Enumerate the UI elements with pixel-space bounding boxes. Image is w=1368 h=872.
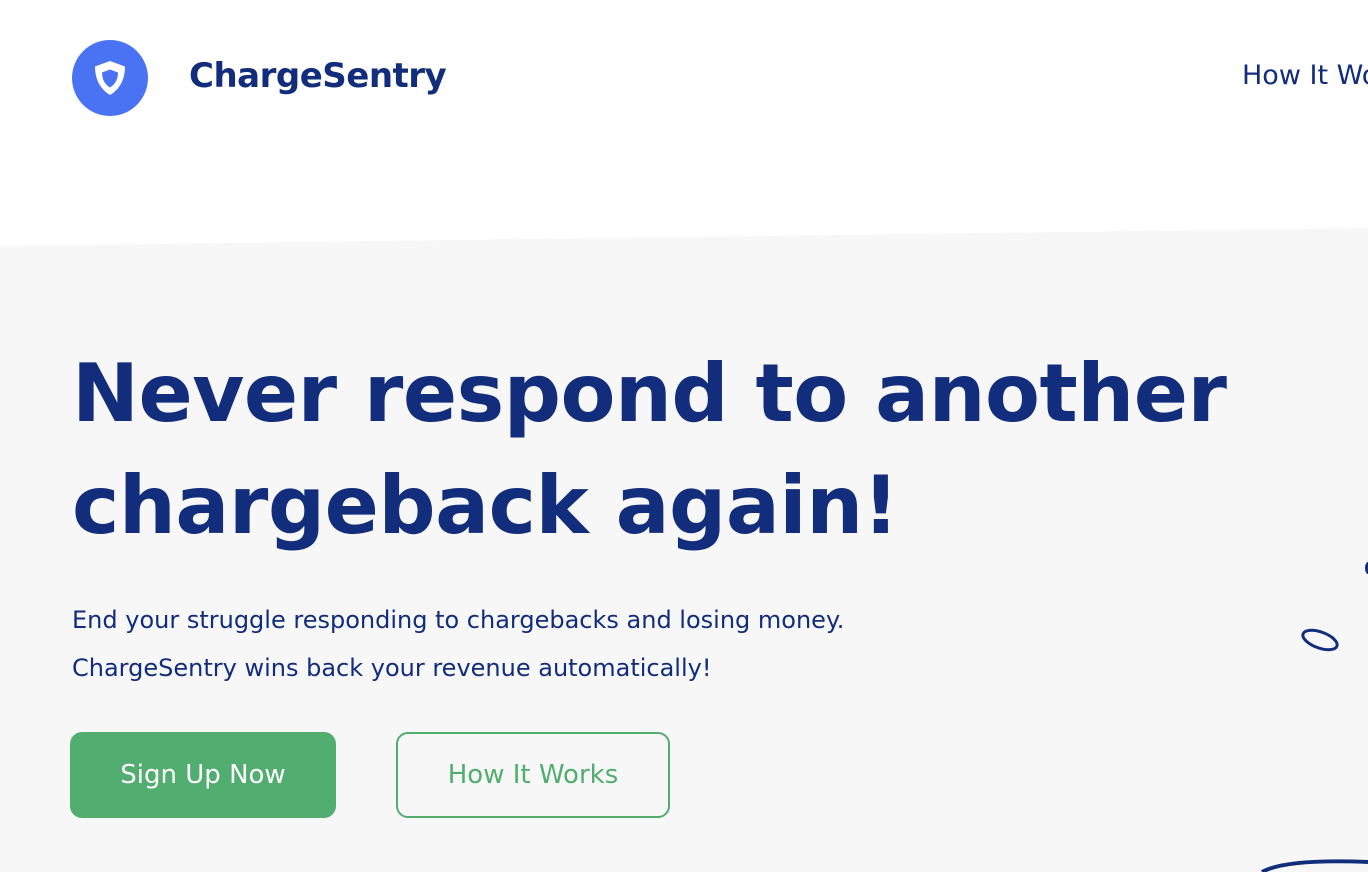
decorative-shapes [1261,562,1368,872]
hero-subtitle-line-1: End your struggle responding to chargeba… [72,606,845,634]
brand-name[interactable]: ChargeSentry [189,56,447,96]
logo[interactable] [72,40,148,116]
nav-how-it-works[interactable]: How It Works [1242,60,1368,91]
hero-title-line-1: Never respond to another [72,347,1227,440]
hero-subtitle: End your struggle responding to chargeba… [72,596,844,692]
how-it-works-button[interactable]: How It Works [396,732,670,818]
shield-icon [95,61,125,95]
hero-title: Never respond to another chargeback again… [72,338,1227,562]
hero-title-line-2: chargeback again! [72,459,899,552]
sign-up-button[interactable]: Sign Up Now [70,732,336,818]
hero-subtitle-line-2: ChargeSentry wins back your revenue auto… [72,654,712,682]
site-header: ChargeSentry How It Works [0,0,1368,160]
